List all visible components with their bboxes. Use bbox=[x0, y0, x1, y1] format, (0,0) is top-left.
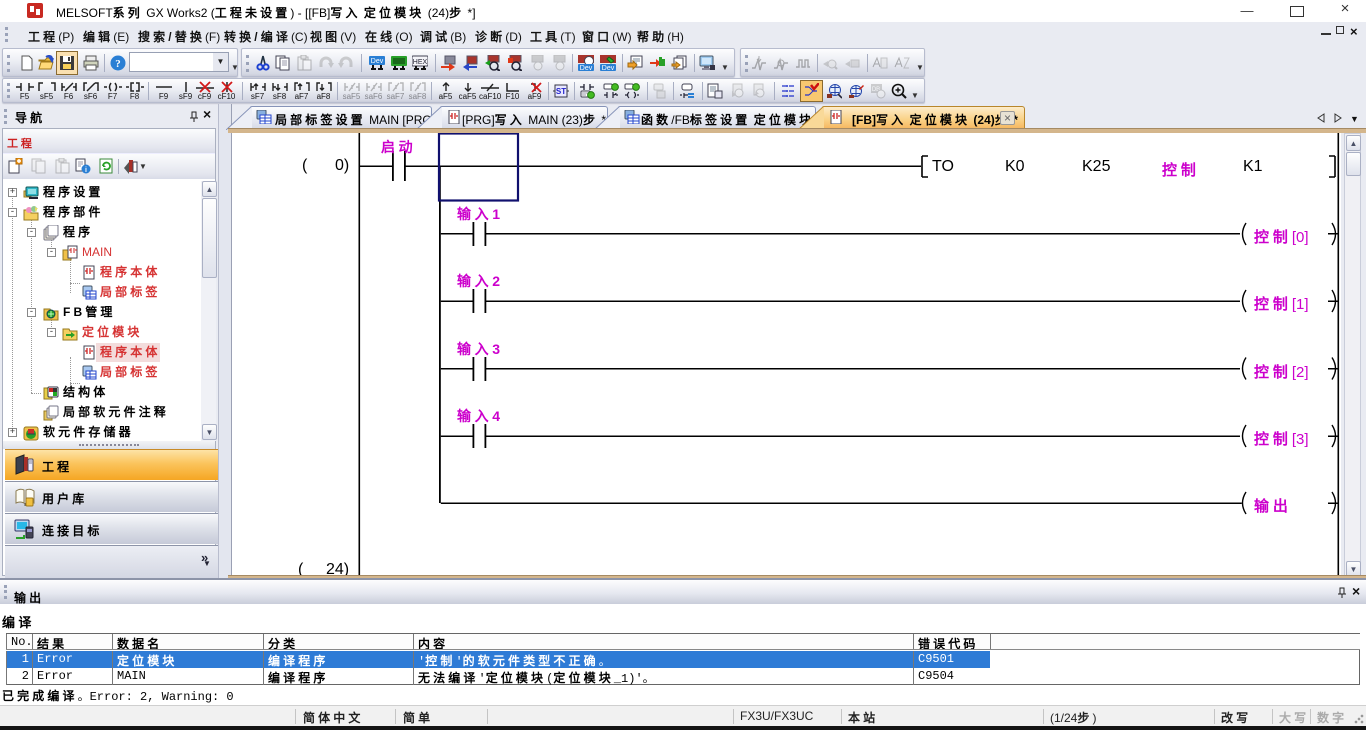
svg-text:i: i bbox=[85, 167, 87, 174]
svg-text:ST: ST bbox=[556, 87, 566, 96]
svg-text:HEX: HEX bbox=[413, 59, 428, 66]
svg-text:Dev: Dev bbox=[580, 65, 593, 71]
svg-text:Dev: Dev bbox=[602, 65, 615, 71]
svg-text:?: ? bbox=[115, 58, 121, 70]
svg-text:Dev: Dev bbox=[371, 58, 384, 65]
